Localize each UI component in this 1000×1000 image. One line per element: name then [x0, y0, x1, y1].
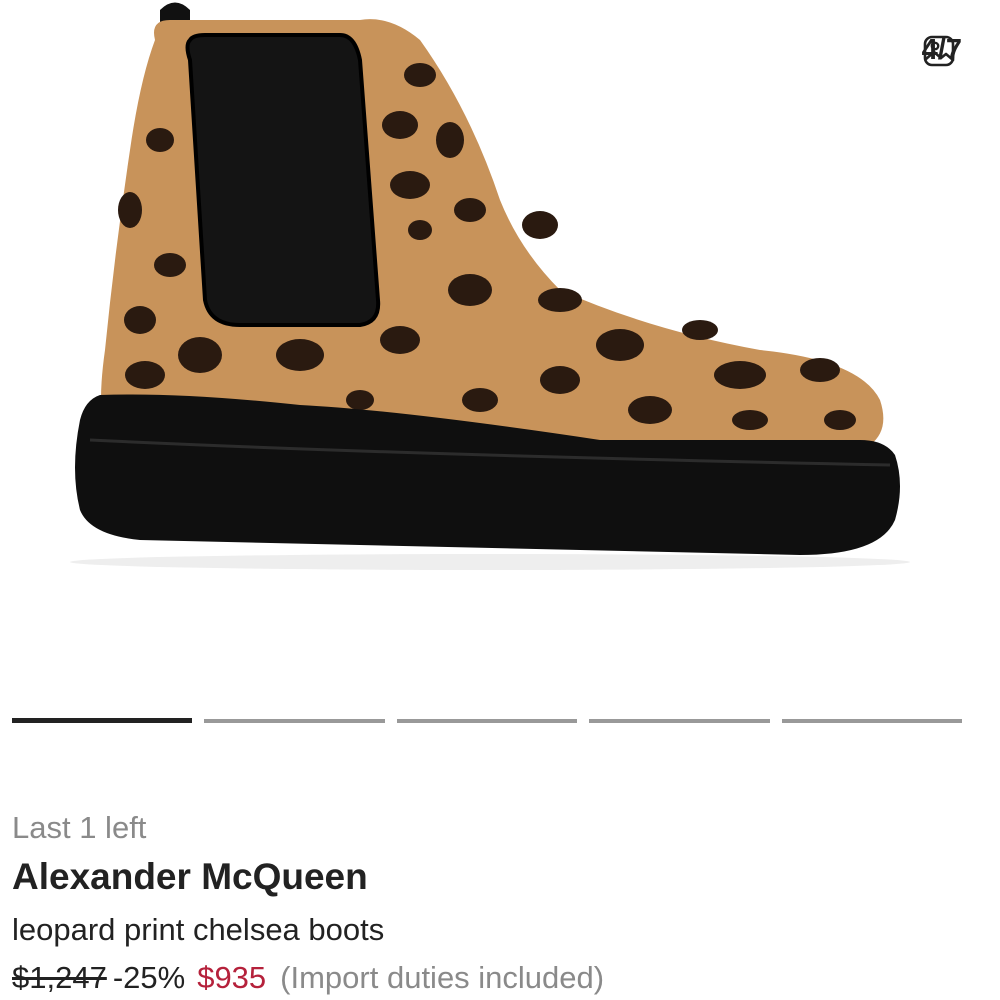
sale-price: $935 — [197, 960, 267, 995]
product-description: leopard print chelsea boots — [12, 912, 385, 947]
original-price: $1,247 — [12, 960, 107, 995]
product-page: 4/7 Last 1 left Alexander McQueen leopar… — [0, 0, 1000, 1000]
price-row: $1,247 -25% $935 (Import duties included) — [12, 958, 988, 998]
product-image[interactable] — [0, 0, 1000, 700]
pagination-indicator[interactable] — [204, 719, 385, 723]
pagination-indicator[interactable] — [589, 719, 770, 723]
discount-badge: -25% — [112, 960, 186, 995]
image-counter: 4/7 — [922, 34, 962, 67]
pagination-indicator[interactable] — [781, 719, 963, 723]
stock-label: Last 1 left — [12, 810, 147, 845]
brand-name[interactable]: Alexander McQueen — [12, 854, 988, 910]
pagination-indicator[interactable] — [396, 719, 578, 723]
duty-note: (Import duties included) — [280, 960, 605, 995]
image-icon — [923, 35, 954, 67]
pagination-indicator-active[interactable] — [12, 718, 193, 723]
product-image-gallery[interactable]: 4/7 — [0, 0, 1000, 700]
product-info: Last 1 left Alexander McQueen leopard pr… — [12, 808, 988, 998]
gallery-pagination — [12, 718, 963, 724]
